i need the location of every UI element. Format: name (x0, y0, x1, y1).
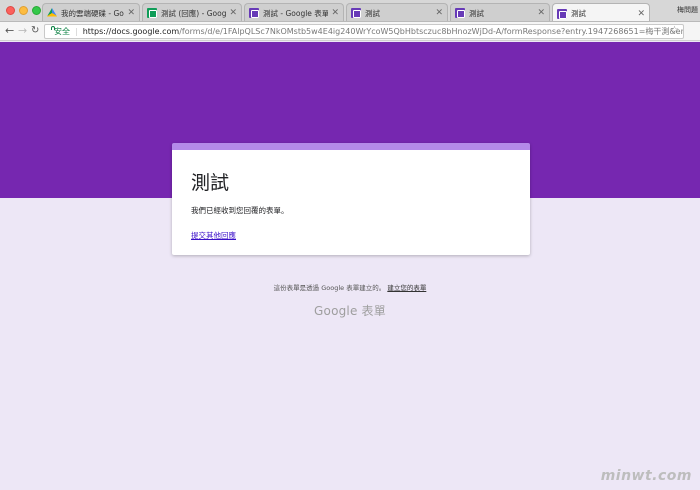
tab-form-preview-2[interactable]: 測試 ✕ (450, 3, 550, 21)
confirmation-card: 測試 我們已經收到您回覆的表單。 提交其他回應 (172, 143, 530, 255)
tab-label: 測試 (469, 8, 484, 18)
minimize-window-button[interactable] (19, 6, 28, 15)
profile-button[interactable]: 梅問題 (677, 5, 698, 15)
footer-note-text: 這份表單是透過 Google 表單建立的。 (273, 284, 386, 292)
forms-icon (351, 8, 361, 18)
form-title: 測試 (191, 172, 230, 194)
tab-form-preview-1[interactable]: 測試 ✕ (346, 3, 448, 21)
secure-label: 安全 (54, 27, 70, 36)
close-icon[interactable]: ✕ (435, 8, 443, 18)
google-forms-logo: Google 表單 (314, 304, 386, 318)
close-icon[interactable]: ✕ (637, 9, 645, 19)
bookmark-star-icon[interactable]: ☆ (670, 25, 679, 36)
tab-form-response-active[interactable]: 測試 ✕ (552, 3, 650, 21)
fullscreen-window-button[interactable] (32, 6, 41, 15)
url-path: /forms/d/e/1FAlpQLSc7NkOMstb5w4E4ig240Wr… (179, 27, 684, 36)
close-icon[interactable]: ✕ (537, 8, 545, 18)
tab-label: 測試 (回應) - Google 試 (161, 8, 227, 18)
divider: | (75, 27, 78, 36)
tab-label: 測試 (365, 8, 380, 18)
close-icon[interactable]: ✕ (127, 8, 135, 18)
close-window-button[interactable] (6, 6, 15, 15)
sheets-icon (147, 8, 157, 18)
browser-toolbar: ← → ↻ 安全 | https://docs.google.com/forms… (0, 22, 700, 41)
footer-note: 這份表單是透過 Google 表單建立的。 建立您的表單 (0, 282, 700, 292)
tab-label: 測試 - Google 表單 (263, 8, 329, 18)
back-arrow-icon[interactable]: ← (5, 24, 14, 38)
forward-arrow-icon[interactable]: → (18, 24, 27, 38)
address-bar[interactable]: 安全 | https://docs.google.com/forms/d/e/1… (44, 24, 684, 39)
create-form-link[interactable]: 建立您的表單 (387, 284, 426, 292)
close-icon[interactable]: ✕ (229, 8, 237, 18)
reload-icon[interactable]: ↻ (31, 24, 39, 38)
watermark: minwt.com (600, 468, 692, 484)
forms-icon (557, 8, 567, 19)
confirmation-message: 我們已經收到您回覆的表單。 (191, 206, 289, 215)
tab-label: 我的雲端硬碟 - Google (61, 8, 124, 18)
tab-label: 測試 (571, 9, 586, 18)
forms-icon (455, 8, 465, 18)
drive-icon (47, 8, 57, 17)
forms-icon (249, 8, 259, 18)
submit-another-response-link[interactable]: 提交其他回應 (191, 230, 236, 241)
close-icon[interactable]: ✕ (331, 8, 339, 18)
url-host: https://docs.google.com (82, 27, 180, 36)
tab-drive[interactable]: 我的雲端硬碟 - Google ✕ (42, 3, 140, 21)
tab-sheets-responses[interactable]: 測試 (回應) - Google 試 ✕ (142, 3, 242, 21)
tab-strip: 我的雲端硬碟 - Google ✕ 測試 (回應) - Google 試 ✕ 測… (0, 0, 700, 22)
tab-forms-editor[interactable]: 測試 - Google 表單 ✕ (244, 3, 344, 21)
